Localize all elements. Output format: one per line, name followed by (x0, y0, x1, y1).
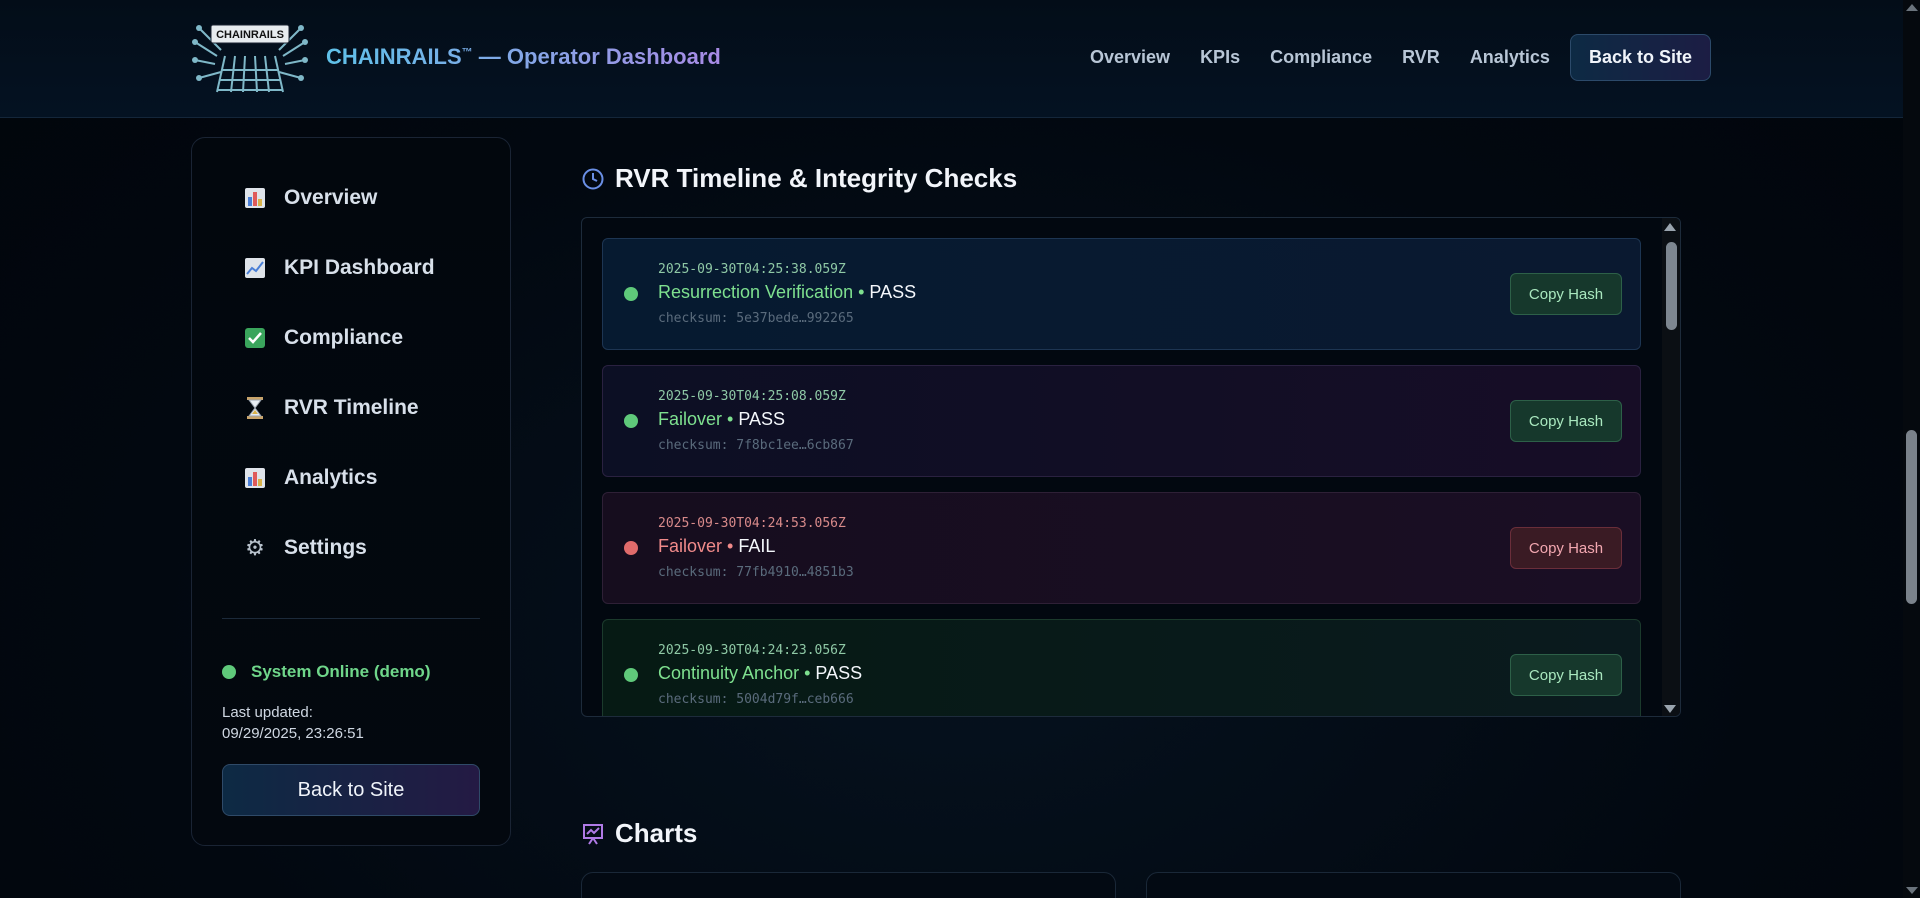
gear-icon: ⚙ (245, 535, 265, 560)
event-name: Continuity Anchor (658, 663, 800, 683)
last-updated-value: 09/29/2025, 23:26:51 (222, 725, 364, 742)
timeline-timestamp: 2025-09-30T04:25:08.059Z (658, 389, 846, 404)
sidebar-item-rvr-timeline[interactable]: RVR Timeline (244, 388, 419, 428)
timeline-event-title: Continuity Anchor • PASS (658, 663, 862, 684)
timeline-event-title: Resurrection Verification • PASS (658, 282, 916, 303)
timeline-timestamp: 2025-09-30T04:24:53.056Z (658, 516, 846, 531)
timeline-event-title: Failover • PASS (658, 409, 785, 430)
sidebar-item-analytics[interactable]: Analytics (244, 458, 377, 498)
nav-link-rvr[interactable]: RVR (1402, 47, 1440, 68)
pass-status-dot-icon (624, 414, 638, 428)
event-name: Resurrection Verification (658, 282, 854, 302)
brand-trademark: ™ (461, 46, 473, 59)
page-scroll-down-icon[interactable] (1906, 887, 1918, 894)
logo-text: CHAINRAILS (216, 29, 284, 41)
timeline-event-title: Failover • FAIL (658, 536, 775, 557)
copy-hash-button[interactable]: Copy Hash (1510, 527, 1622, 569)
charts-title-text: Charts (615, 818, 698, 848)
event-result: PASS (815, 663, 863, 683)
sidebar-divider (222, 618, 480, 619)
event-result: PASS (738, 409, 786, 429)
system-status: System Online (demo) (222, 662, 430, 682)
timeline-card: 2025-09-30T04:25:08.059Z Failover • PASS… (602, 365, 1641, 477)
timeline-checksum: checksum: 5004d79f…ceb666 (658, 692, 854, 707)
sidebar-item-label: KPI Dashboard (284, 256, 435, 279)
brand-name: CHAINRAILS (326, 44, 462, 69)
timeline-card: 2025-09-30T04:25:38.059Z Resurrection Ve… (602, 238, 1641, 350)
event-separator: • (799, 663, 816, 683)
back-to-site-button[interactable]: Back to Site (1570, 34, 1711, 81)
page-scroll-up-icon[interactable] (1906, 4, 1918, 11)
event-separator: • (722, 536, 739, 556)
bar-chart-icon (244, 187, 266, 209)
timeline-card: 2025-09-30T04:24:23.056Z Continuity Anch… (602, 619, 1641, 716)
copy-hash-button[interactable]: Copy Hash (1510, 273, 1622, 315)
pass-status-dot-icon (624, 668, 638, 682)
timeline-card: 2025-09-30T04:24:53.056Z Failover • FAIL… (602, 492, 1641, 604)
charts-section-title: Charts (581, 818, 697, 849)
brand-title: CHAINRAILS™ — Operator Dashboard (326, 44, 721, 70)
timeline-title-text: RVR Timeline & Integrity Checks (615, 163, 1018, 193)
copy-hash-button[interactable]: Copy Hash (1510, 654, 1622, 696)
last-updated-label: Last updated: (222, 704, 313, 721)
chart-card-right (1146, 872, 1681, 898)
sidebar-item-compliance[interactable]: Compliance (244, 318, 403, 358)
status-text: System Online (demo) (251, 662, 431, 681)
timeline-checksum: checksum: 77fb4910…4851b3 (658, 565, 854, 580)
nav-link-analytics[interactable]: Analytics (1470, 47, 1550, 68)
sidebar: Overview KPI Dashboard Compliance RVR Ti… (191, 137, 511, 846)
pass-status-dot-icon (624, 287, 638, 301)
event-separator: • (853, 282, 870, 302)
timeline-section-title: RVR Timeline & Integrity Checks (581, 163, 1017, 194)
sidebar-item-label: RVR Timeline (284, 396, 419, 419)
sidebar-back-to-site-button[interactable]: Back to Site (222, 764, 480, 816)
nav-link-compliance[interactable]: Compliance (1270, 47, 1372, 68)
copy-hash-button[interactable]: Copy Hash (1510, 400, 1622, 442)
top-header: CHAINRAILS CHAINRAILS™ — Operator Dashbo… (0, 0, 1920, 118)
hourglass-icon (244, 397, 266, 419)
event-result: PASS (869, 282, 917, 302)
check-box-icon (244, 327, 266, 349)
bar-chart-icon (244, 467, 266, 489)
event-name: Failover (658, 536, 723, 556)
scroll-down-arrow-icon[interactable] (1664, 705, 1676, 713)
chart-card-left (581, 872, 1116, 898)
fail-status-dot-icon (624, 541, 638, 555)
timeline-scrollbar[interactable] (1662, 218, 1680, 716)
chainrails-logo[interactable]: CHAINRAILS (191, 20, 309, 94)
timeline-checksum: checksum: 7f8bc1ee…6cb867 (658, 438, 854, 453)
sidebar-item-label: Analytics (284, 466, 378, 489)
clock-icon (582, 168, 604, 189)
sidebar-item-overview[interactable]: Overview (244, 178, 377, 218)
timeline-timestamp: 2025-09-30T04:24:23.056Z (658, 643, 846, 658)
status-dot-icon (222, 665, 236, 679)
event-name: Failover (658, 409, 723, 429)
presentation-chart-icon (583, 823, 603, 845)
sidebar-item-kpi-dashboard[interactable]: KPI Dashboard (244, 248, 435, 288)
nav-link-kpis[interactable]: KPIs (1200, 47, 1240, 68)
timeline-timestamp: 2025-09-30T04:25:38.059Z (658, 262, 846, 277)
scroll-up-arrow-icon[interactable] (1664, 223, 1676, 231)
brand-suffix: — Operator Dashboard (472, 44, 721, 69)
event-result: FAIL (738, 536, 776, 556)
sidebar-item-label: Overview (284, 186, 378, 209)
sidebar-item-settings[interactable]: ⚙ Settings (244, 528, 367, 568)
timeline-scroll-thumb[interactable] (1666, 242, 1677, 330)
event-separator: • (722, 409, 739, 429)
page-scrollbar[interactable] (1903, 0, 1920, 898)
timeline-checksum: checksum: 5e37bede…992265 (658, 311, 854, 326)
trend-chart-icon (244, 257, 266, 279)
top-nav: Overview KPIs Compliance RVR Analytics (1090, 47, 1550, 68)
timeline-list[interactable]: 2025-09-30T04:25:38.059Z Resurrection Ve… (581, 217, 1681, 717)
sidebar-item-label: Compliance (284, 326, 404, 349)
nav-link-overview[interactable]: Overview (1090, 47, 1170, 68)
page-scroll-thumb[interactable] (1906, 430, 1917, 604)
sidebar-item-label: Settings (284, 536, 367, 559)
